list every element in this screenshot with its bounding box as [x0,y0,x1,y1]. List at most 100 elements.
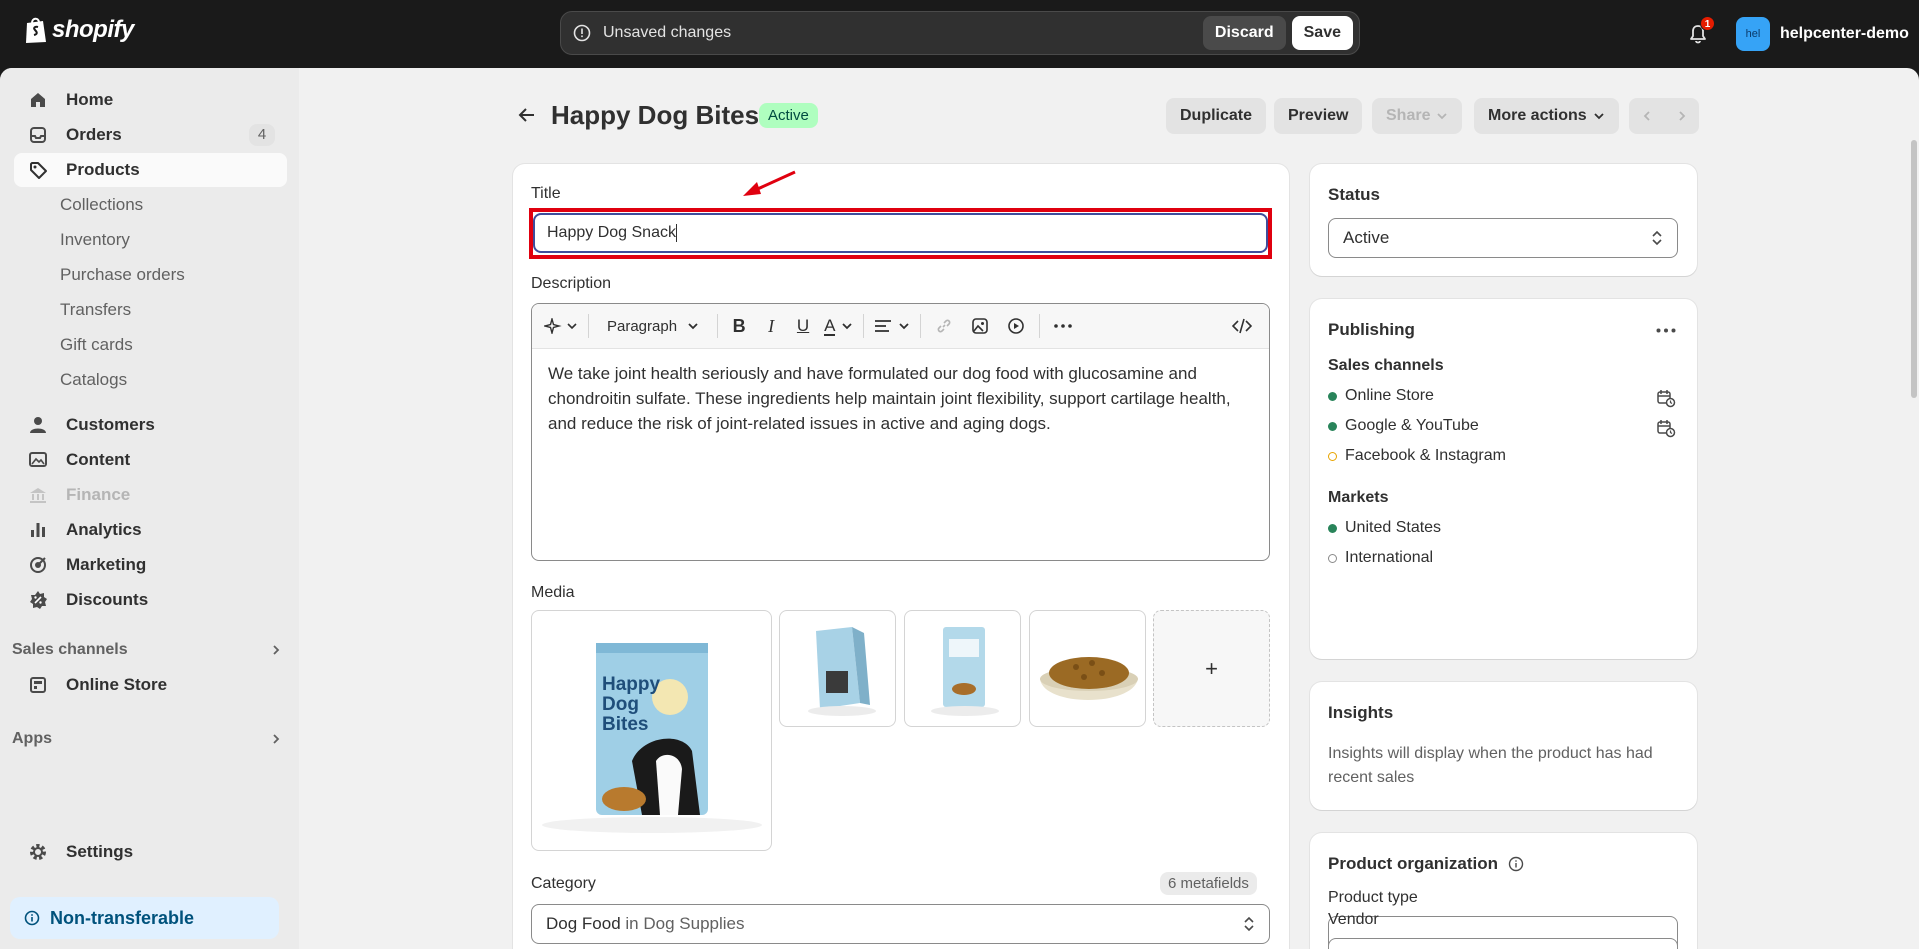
sidebar-item-online-store[interactable]: Online Store [14,668,287,702]
preview-button[interactable]: Preview [1274,98,1363,134]
calendar-clock-icon[interactable] [1656,388,1676,408]
discard-button[interactable]: Discard [1202,16,1286,50]
description-label: Description [531,275,612,292]
page-title: Happy Dog Bites [551,100,760,130]
channel-name: Online Store [1345,387,1434,404]
more-horizontal-icon[interactable] [1050,311,1076,341]
sidebar-item-customers[interactable]: Customers [14,408,287,442]
next-arrow-icon[interactable] [1676,110,1688,122]
editor-toolbar: Paragraph B I U A [532,304,1269,349]
orders-icon [28,125,48,145]
toolbar-separator [1039,314,1041,338]
italic-icon[interactable]: I [760,311,782,341]
notification-badge: 1 [1700,16,1715,31]
channel-google-youtube: Google & YouTube [1328,417,1479,435]
chevron-down-icon [1436,110,1448,122]
apps-heading: Apps [12,730,52,747]
media-main-image[interactable]: Happy Dog Bites [531,610,772,851]
calendar-clock-icon[interactable] [1656,418,1676,438]
info-icon [24,910,40,926]
gear-icon [28,842,48,862]
sidebar-item-discounts[interactable]: Discounts [14,583,287,617]
tag-icon [28,160,48,180]
sidebar-item-orders[interactable]: Orders 4 [14,118,287,152]
sidebar-sub-gift-cards[interactable]: Gift cards [60,335,133,355]
non-transferable-banner[interactable]: Non-transferable [10,897,279,939]
status-dot [1328,523,1337,533]
status-select[interactable]: Active [1328,218,1678,258]
sidebar-item-label: Finance [66,485,131,504]
description-text[interactable]: We take joint health seriously and have … [532,349,1269,448]
apps-section[interactable]: Apps [12,730,282,748]
markets-subheading: Markets [1328,489,1389,506]
align-icon[interactable] [874,311,910,341]
product-pager [1629,98,1699,134]
insert-image-icon[interactable] [967,311,993,341]
code-view-icon[interactable] [1229,311,1255,341]
duplicate-button[interactable]: Duplicate [1166,98,1267,134]
bold-icon[interactable]: B [728,311,750,341]
store-name: helpcenter-demo [1780,25,1909,42]
red-arrow-annotation [743,170,796,196]
alert-circle-icon [573,24,591,42]
add-media-button[interactable]: + [1153,610,1270,727]
link-icon[interactable] [931,311,957,341]
status-dot [1328,391,1337,401]
sidebar-item-home[interactable]: Home [14,83,287,117]
share-label: Share [1386,107,1431,124]
target-icon [28,555,48,575]
toolbar-separator [920,314,922,338]
sidebar-item-products[interactable]: Products [14,153,287,187]
underline-icon[interactable]: U [792,311,814,341]
info-icon[interactable] [1508,856,1524,872]
sales-channels-section[interactable]: Sales channels [12,641,282,659]
shopify-logo[interactable]: shopify [24,16,134,44]
sidebar-sub-catalogs[interactable]: Catalogs [60,370,127,390]
sidebar-item-finance[interactable]: Finance [14,478,287,512]
select-arrows-icon [1243,916,1255,932]
sales-channels-heading: Sales channels [12,641,128,658]
share-button[interactable]: Share [1372,98,1463,134]
media-thumbnail[interactable] [779,610,896,727]
media-thumbnail[interactable] [904,610,1021,727]
sidebar-item-marketing[interactable]: Marketing [14,548,287,582]
back-arrow-icon[interactable] [516,104,538,126]
category-in: in [625,914,639,933]
category-select[interactable]: Dog Food in Dog Supplies [531,904,1270,944]
sales-channels-subheading: Sales channels [1328,357,1444,374]
sidebar-item-label: Orders [66,125,122,144]
media-thumbnail[interactable] [1029,610,1146,727]
package-line: Dog [602,694,639,715]
insert-video-icon[interactable] [1003,311,1029,341]
orders-count-badge: 4 [249,124,275,146]
sidebar-sub-collections[interactable]: Collections [60,195,143,215]
duplicate-label: Duplicate [1180,107,1253,124]
package-text: Happy Dog Bites [602,675,660,735]
paragraph-dropdown[interactable]: Paragraph [599,311,707,341]
insights-text: Insights will display when the product h… [1328,745,1653,786]
sidebar-sub-inventory[interactable]: Inventory [60,230,130,250]
chart-icon [28,520,48,540]
sidebar-sub-transfers[interactable]: Transfers [60,300,131,320]
status-badge: Active [759,103,818,128]
vendor-input[interactable] [1328,938,1678,949]
sidebar-item-analytics[interactable]: Analytics [14,513,287,547]
sidebar-item-content[interactable]: Content [14,443,287,477]
publishing-title: Publishing [1328,320,1415,339]
market-name: International [1345,549,1434,566]
scrollbar[interactable] [1911,140,1917,398]
more-actions-button[interactable]: More actions [1474,98,1619,134]
metafields-badge[interactable]: 6 metafields [1160,872,1257,895]
store-menu[interactable]: hel helpcenter-demo [1736,17,1909,51]
previous-arrow-icon[interactable] [1641,110,1653,122]
more-horizontal-icon[interactable] [1656,328,1676,333]
sidebar-sub-purchase-orders[interactable]: Purchase orders [60,265,185,285]
status-dot [1328,451,1337,461]
ai-sparkle-icon[interactable] [544,311,578,341]
category-value: Dog Food in Dog Supplies [546,914,745,934]
save-button[interactable]: Save [1291,16,1353,50]
text-color-icon[interactable]: A [824,311,853,341]
sidebar-item-settings[interactable]: Settings [14,835,287,869]
category-parent: Dog Supplies [643,914,745,933]
product-type-label: Product type [1328,889,1418,906]
